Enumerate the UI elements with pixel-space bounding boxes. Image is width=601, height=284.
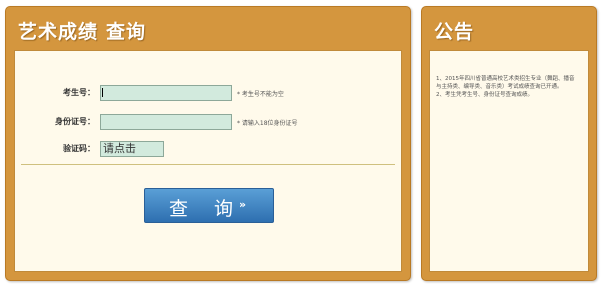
notice-panel-title: 公告 — [434, 21, 475, 43]
query-button-label: 查 询 — [169, 198, 244, 220]
id-no-row: 身份证号： * 请输入18位身份证号 — [15, 114, 401, 130]
notice-item: 1、2015年四川省普通高校艺术类招生专业（舞蹈、播音与主持类、编导类、音乐类）… — [436, 76, 575, 90]
query-form: 考生号： * 考生号不能为空 身份证号： * 请输入18位身份证号 验证码： 请… — [14, 50, 402, 272]
query-title-main: 艺术成绩 — [18, 21, 99, 43]
double-chevron-right-icon: ›› — [239, 198, 246, 211]
query-button[interactable]: 查 询 ›› — [144, 188, 274, 223]
score-query-panel: 艺术成绩 查询 考生号： * 考生号不能为空 身份证号： * 请输入18位身份证号… — [5, 6, 411, 281]
exam-no-label: 考生号： — [63, 88, 95, 97]
exam-no-hint: * 考生号不能为空 — [237, 91, 284, 98]
captcha-label: 验证码： — [63, 144, 95, 153]
exam-no-row: 考生号： * 考生号不能为空 — [15, 85, 401, 101]
id-no-input[interactable] — [100, 114, 232, 130]
exam-no-input[interactable] — [100, 85, 232, 101]
form-divider — [21, 164, 395, 165]
notice-body: 1、2015年四川省普通高校艺术类招生专业（舞蹈、播音与主持类、编导类、音乐类）… — [429, 50, 589, 272]
notice-list: 1、2015年四川省普通高校艺术类招生专业（舞蹈、播音与主持类、编导类、音乐类）… — [436, 75, 576, 99]
captcha-row: 验证码： 请点击 — [15, 141, 401, 157]
text-caret — [102, 88, 103, 97]
query-panel-title: 艺术成绩 查询 — [18, 17, 146, 44]
notice-panel: 公告 1、2015年四川省普通高校艺术类招生专业（舞蹈、播音与主持类、编导类、音… — [421, 6, 597, 281]
id-no-label: 身份证号： — [55, 117, 95, 126]
id-no-hint: * 请输入18位身份证号 — [237, 120, 298, 127]
notice-item: 2、考生凭考生号、身份证号查询成绩。 — [436, 92, 534, 98]
query-title-sub: 查询 — [106, 21, 147, 43]
captcha-image[interactable]: 请点击 — [100, 141, 164, 157]
